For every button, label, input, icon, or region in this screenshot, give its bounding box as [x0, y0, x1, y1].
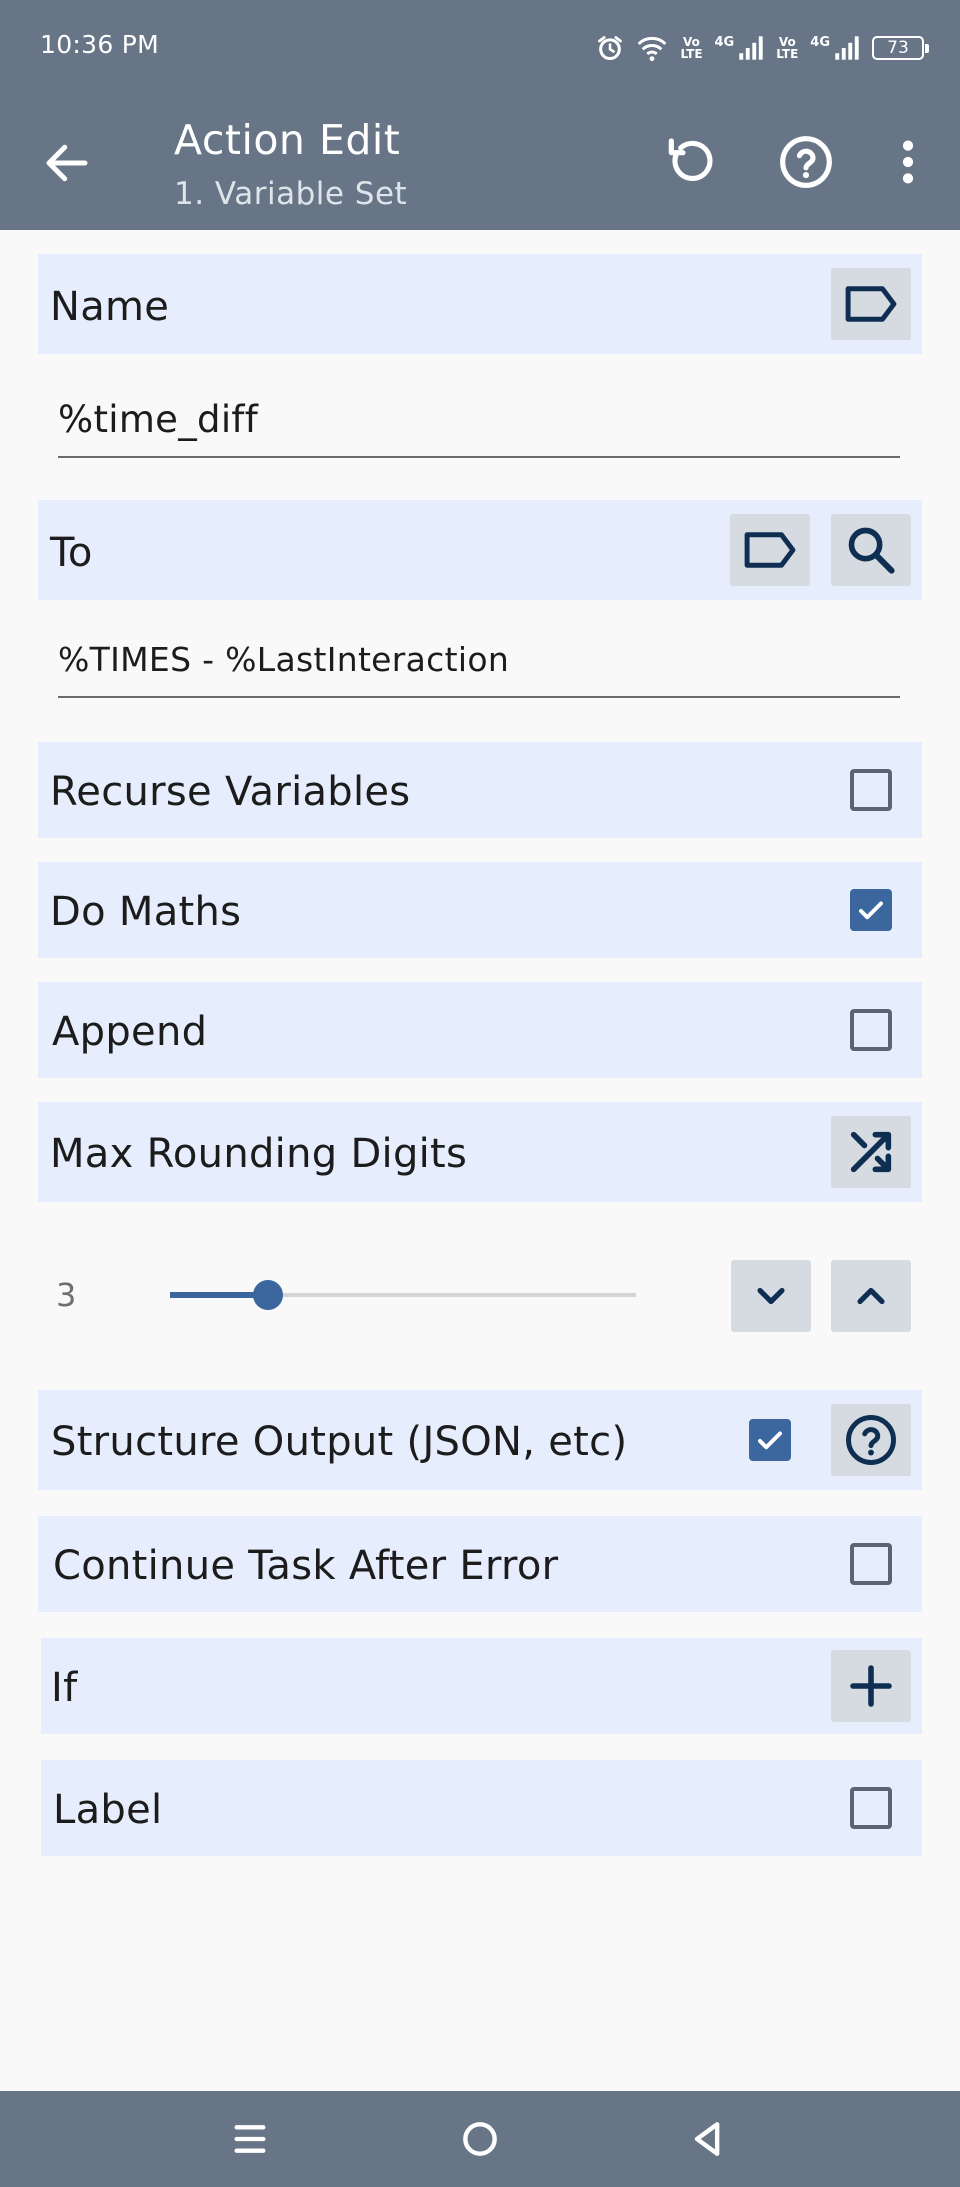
battery-icon: 73 — [872, 36, 929, 60]
append-row[interactable]: Append — [38, 982, 922, 1078]
volte-icon: Vo LTE — [776, 35, 799, 61]
network-type-label: 4G — [810, 34, 830, 50]
continue-task-after-error-label: Continue Task After Error — [53, 1543, 559, 1589]
continue-task-after-error-row[interactable]: Continue Task After Error — [38, 1516, 922, 1612]
label-row[interactable]: Label — [41, 1760, 922, 1856]
recurse-variables-checkbox[interactable] — [850, 769, 892, 811]
do-maths-row[interactable]: Do Maths — [38, 862, 922, 958]
structure-output-row[interactable]: Structure Output (JSON, etc) — [38, 1390, 922, 1490]
structure-output-help-button[interactable] — [831, 1404, 911, 1476]
chevron-down-icon — [757, 1287, 785, 1305]
search-icon — [848, 527, 895, 574]
plus-icon — [850, 1665, 892, 1707]
increment-button[interactable] — [831, 1260, 911, 1332]
to-label: To — [50, 530, 93, 576]
navigation-bar — [0, 2091, 960, 2187]
status-bar: 10:36 PM Vo LTE 4G Vo LTE 4G 73 — [0, 0, 960, 96]
name-variable-button[interactable] — [831, 268, 911, 340]
wifi-icon — [638, 37, 667, 62]
append-label: Append — [52, 1009, 208, 1055]
shuffle-icon — [850, 1131, 892, 1173]
if-label: If — [51, 1665, 78, 1711]
rounding-digits-value: 3 — [56, 1276, 77, 1314]
app-bar: Action Edit 1. Variable Set — [0, 96, 960, 230]
check-icon — [758, 1431, 782, 1450]
back-arrow-icon[interactable] — [40, 136, 94, 190]
to-row: To — [38, 500, 922, 600]
help-icon[interactable] — [778, 134, 834, 190]
structure-output-label: Structure Output (JSON, etc) — [51, 1419, 628, 1465]
structure-output-checkbox[interactable] — [749, 1419, 791, 1461]
more-vert-icon[interactable] — [880, 134, 936, 190]
volte-icon: Vo LTE — [680, 35, 703, 61]
status-time: 10:36 PM — [40, 30, 160, 59]
label-label: Label — [53, 1787, 163, 1833]
do-maths-label: Do Maths — [50, 889, 242, 935]
help-icon — [846, 1415, 896, 1465]
name-row: Name — [38, 254, 922, 354]
name-value: %time_diff — [58, 398, 259, 441]
home-icon[interactable] — [458, 2117, 502, 2161]
label-tag-icon — [744, 532, 796, 568]
continue-task-after-error-checkbox[interactable] — [850, 1543, 892, 1585]
max-rounding-digits-row: Max Rounding Digits — [38, 1102, 922, 1202]
to-variable-button[interactable] — [730, 514, 810, 586]
page-title: Action Edit — [174, 116, 401, 164]
undo-icon[interactable] — [662, 134, 718, 190]
do-maths-checkbox[interactable] — [850, 889, 892, 931]
alarm-icon — [598, 36, 623, 61]
back-nav-icon[interactable] — [686, 2117, 730, 2161]
if-row: If — [41, 1638, 922, 1734]
label-tag-icon — [845, 286, 897, 322]
random-value-button[interactable] — [831, 1116, 911, 1188]
name-field[interactable]: %time_diff — [58, 398, 900, 458]
to-value: %TIMES - %LastInteraction — [58, 640, 510, 679]
chevron-up-icon — [857, 1287, 885, 1305]
recurse-variables-row[interactable]: Recurse Variables — [38, 742, 922, 838]
max-rounding-digits-label: Max Rounding Digits — [50, 1131, 468, 1177]
signal-icon — [739, 36, 763, 60]
to-search-button[interactable] — [831, 514, 911, 586]
page-subtitle: 1. Variable Set — [174, 176, 408, 212]
name-label: Name — [50, 284, 170, 330]
label-checkbox[interactable] — [850, 1787, 892, 1829]
add-condition-button[interactable] — [831, 1650, 911, 1722]
rounding-slider-thumb[interactable] — [252, 1280, 283, 1310]
network-type-label: 4G — [714, 34, 735, 50]
decrement-button[interactable] — [731, 1260, 811, 1332]
signal-icon — [835, 36, 859, 60]
recents-icon[interactable] — [230, 2119, 270, 2159]
to-field[interactable]: %TIMES - %LastInteraction — [58, 640, 900, 698]
append-checkbox[interactable] — [850, 1009, 892, 1051]
recurse-variables-label: Recurse Variables — [50, 769, 411, 815]
check-icon — [859, 901, 883, 920]
status-icons: Vo LTE 4G Vo LTE 4G 73 — [596, 28, 929, 68]
